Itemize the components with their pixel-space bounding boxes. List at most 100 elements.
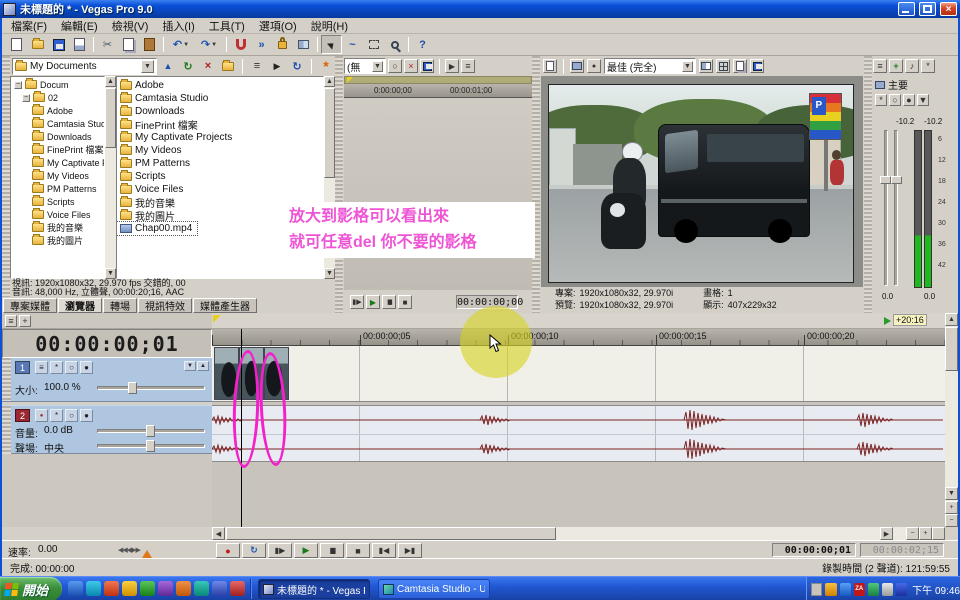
trimmer-play-button[interactable]: ▶ (366, 295, 380, 309)
tree-item[interactable]: Adobe (11, 104, 104, 117)
play-from-start-button[interactable]: ▮▶ (268, 543, 292, 558)
zoom-edit-tool[interactable] (384, 35, 405, 54)
track-volume-value[interactable]: 0.0 dB (44, 425, 73, 436)
audio-track-row[interactable] (212, 405, 945, 462)
normal-edit-tool[interactable] (321, 35, 342, 54)
track-motion-button[interactable]: ≡ (35, 361, 48, 374)
tray-clock[interactable]: 下午 09:46 (912, 582, 960, 597)
list-item[interactable]: FinePrint 檔案 (117, 118, 323, 131)
new-project-button[interactable] (6, 35, 27, 54)
marker-label[interactable]: +20:16 (893, 314, 927, 326)
video-track-row[interactable] (212, 346, 945, 402)
track-pan-value[interactable]: 中央 (44, 440, 64, 455)
external-monitor-button[interactable] (570, 59, 584, 73)
bus-fx-button[interactable]: * (875, 94, 887, 106)
new-folder-button[interactable] (219, 57, 237, 76)
ignore-grouping-toggle[interactable] (293, 35, 314, 54)
quick-launch-icon-4[interactable] (122, 581, 137, 596)
list-item[interactable]: PM Patterns (117, 157, 323, 170)
refresh-button[interactable]: ↻ (179, 57, 197, 76)
master-fader-track-left[interactable] (884, 130, 888, 286)
tray-icon-2[interactable] (840, 583, 851, 596)
trimmer-marker-icon[interactable] (347, 77, 353, 83)
start-preview-button[interactable]: ▶ (268, 57, 286, 76)
history-dropdown-button[interactable]: ▼ (372, 61, 383, 72)
tree-item[interactable]: My Videos (11, 169, 104, 182)
scroll-thumb[interactable] (324, 88, 335, 178)
timeline-marker-bar[interactable]: +20:16 (212, 313, 945, 329)
tray-icon-4[interactable] (882, 583, 893, 596)
tree-item[interactable]: −Docum (11, 78, 104, 91)
trimmer-workspace[interactable] (344, 98, 532, 290)
rate-scrub-control[interactable]: ◀◀◀▶▶ (118, 546, 140, 554)
tree-item[interactable]: FinePrint 檔案 (11, 143, 104, 156)
timeline-zoom-in-button[interactable]: + (919, 527, 932, 540)
taskbar-task-camtasia[interactable]: Camtasia Studio - Unti... (378, 579, 490, 599)
scroll-thumb[interactable] (105, 88, 116, 148)
delete-button[interactable]: × (199, 57, 217, 76)
track-solo-button[interactable]: ● (80, 409, 93, 422)
grid-overlay-button[interactable] (716, 59, 730, 73)
menu-edit[interactable]: 編輯(E) (54, 18, 105, 34)
cut-button[interactable]: ✂ (97, 35, 118, 54)
media-manager-button[interactable]: * (317, 57, 335, 76)
up-one-level-button[interactable]: ▲ (159, 57, 177, 76)
video-properties-button[interactable] (543, 59, 557, 73)
envelope-edit-tool[interactable]: ~ (342, 35, 363, 54)
tree-item[interactable]: −02 (11, 91, 104, 104)
address-dropdown[interactable]: My Documents ▼ (12, 58, 157, 75)
track-drag-handle[interactable] (2, 406, 11, 454)
quick-launch-icon-5[interactable] (140, 581, 155, 596)
tree-item[interactable]: Downloads (11, 130, 104, 143)
track-mute-button[interactable]: ○ (65, 361, 78, 374)
trimmer-marker-bar[interactable] (344, 76, 532, 84)
cursor-time-display[interactable]: 00:00:00;01 (772, 543, 856, 557)
track-volume-slider-handle[interactable] (146, 425, 155, 437)
menu-insert[interactable]: 插入(I) (155, 18, 201, 34)
trimmer-clear-button[interactable]: × (404, 59, 418, 73)
address-dropdown-button[interactable]: ▼ (141, 60, 154, 73)
list-item[interactable]: Downloads (117, 105, 323, 118)
tab-explorer[interactable]: 瀏覽器 (58, 298, 102, 313)
track-minimize-button[interactable]: ▼ (184, 361, 196, 371)
taskbar-task-vegas[interactable]: 未標題的 * - Vegas P... (258, 579, 370, 599)
scroll-thumb[interactable] (226, 527, 556, 540)
insert-fx-button[interactable]: + (889, 59, 903, 73)
save-button[interactable] (48, 35, 69, 54)
trimmer-history-dropdown[interactable]: (無 ▼ (344, 58, 386, 74)
tree-item[interactable]: Scripts (11, 195, 104, 208)
tree-item[interactable]: Camtasia Studio (11, 117, 104, 130)
mixer-audio-button[interactable]: ♪ (905, 59, 919, 73)
quick-launch-icon-10[interactable] (230, 581, 245, 596)
add-to-timeline-button[interactable]: ▶ (445, 59, 459, 73)
whats-this-help-button[interactable]: ? (412, 35, 433, 54)
timeline-vertical-scrollbar[interactable]: ▲ ▼ + − (945, 313, 958, 527)
menu-help[interactable]: 說明(H) (304, 18, 355, 34)
undo-button[interactable]: ↶▼ (167, 35, 195, 54)
tree-item[interactable]: 我的圖片 (11, 234, 104, 247)
list-item[interactable]: Adobe (117, 79, 323, 92)
scroll-up-button[interactable]: ▲ (945, 313, 958, 326)
explorer-grip[interactable] (2, 56, 10, 297)
redo-button[interactable]: ↷▼ (195, 35, 223, 54)
timeline-zoom-out-button[interactable]: − (906, 527, 919, 540)
tray-icon-5[interactable] (896, 583, 907, 596)
track-pan-slider-handle[interactable] (146, 440, 155, 452)
maximize-button[interactable] (919, 2, 936, 16)
track-size-value[interactable]: 100.0 % (44, 382, 81, 393)
list-item[interactable]: Voice Files (117, 183, 323, 196)
track-header-video[interactable]: 1 ≡ * ○ ● ▼ ▲ 大小: 100.0 % (2, 358, 212, 402)
marker-tool-button[interactable]: ≡ (5, 315, 17, 327)
tab-media-generators[interactable]: 媒體產生器 (193, 298, 257, 313)
quick-launch-icon-7[interactable] (176, 581, 191, 596)
track-zoom-in-button[interactable]: + (945, 501, 958, 514)
language-bar[interactable] (811, 583, 822, 596)
marker-flag-icon[interactable] (884, 317, 891, 325)
list-item[interactable]: My Videos (117, 144, 323, 157)
menu-file[interactable]: 檔案(F) (4, 18, 54, 34)
quick-launch-icon-8[interactable] (194, 581, 209, 596)
close-button[interactable]: × (940, 2, 957, 16)
snapshot-save-button[interactable] (750, 59, 764, 73)
play-button[interactable]: ▶ (294, 543, 318, 558)
start-button[interactable]: 開始 (0, 577, 62, 600)
